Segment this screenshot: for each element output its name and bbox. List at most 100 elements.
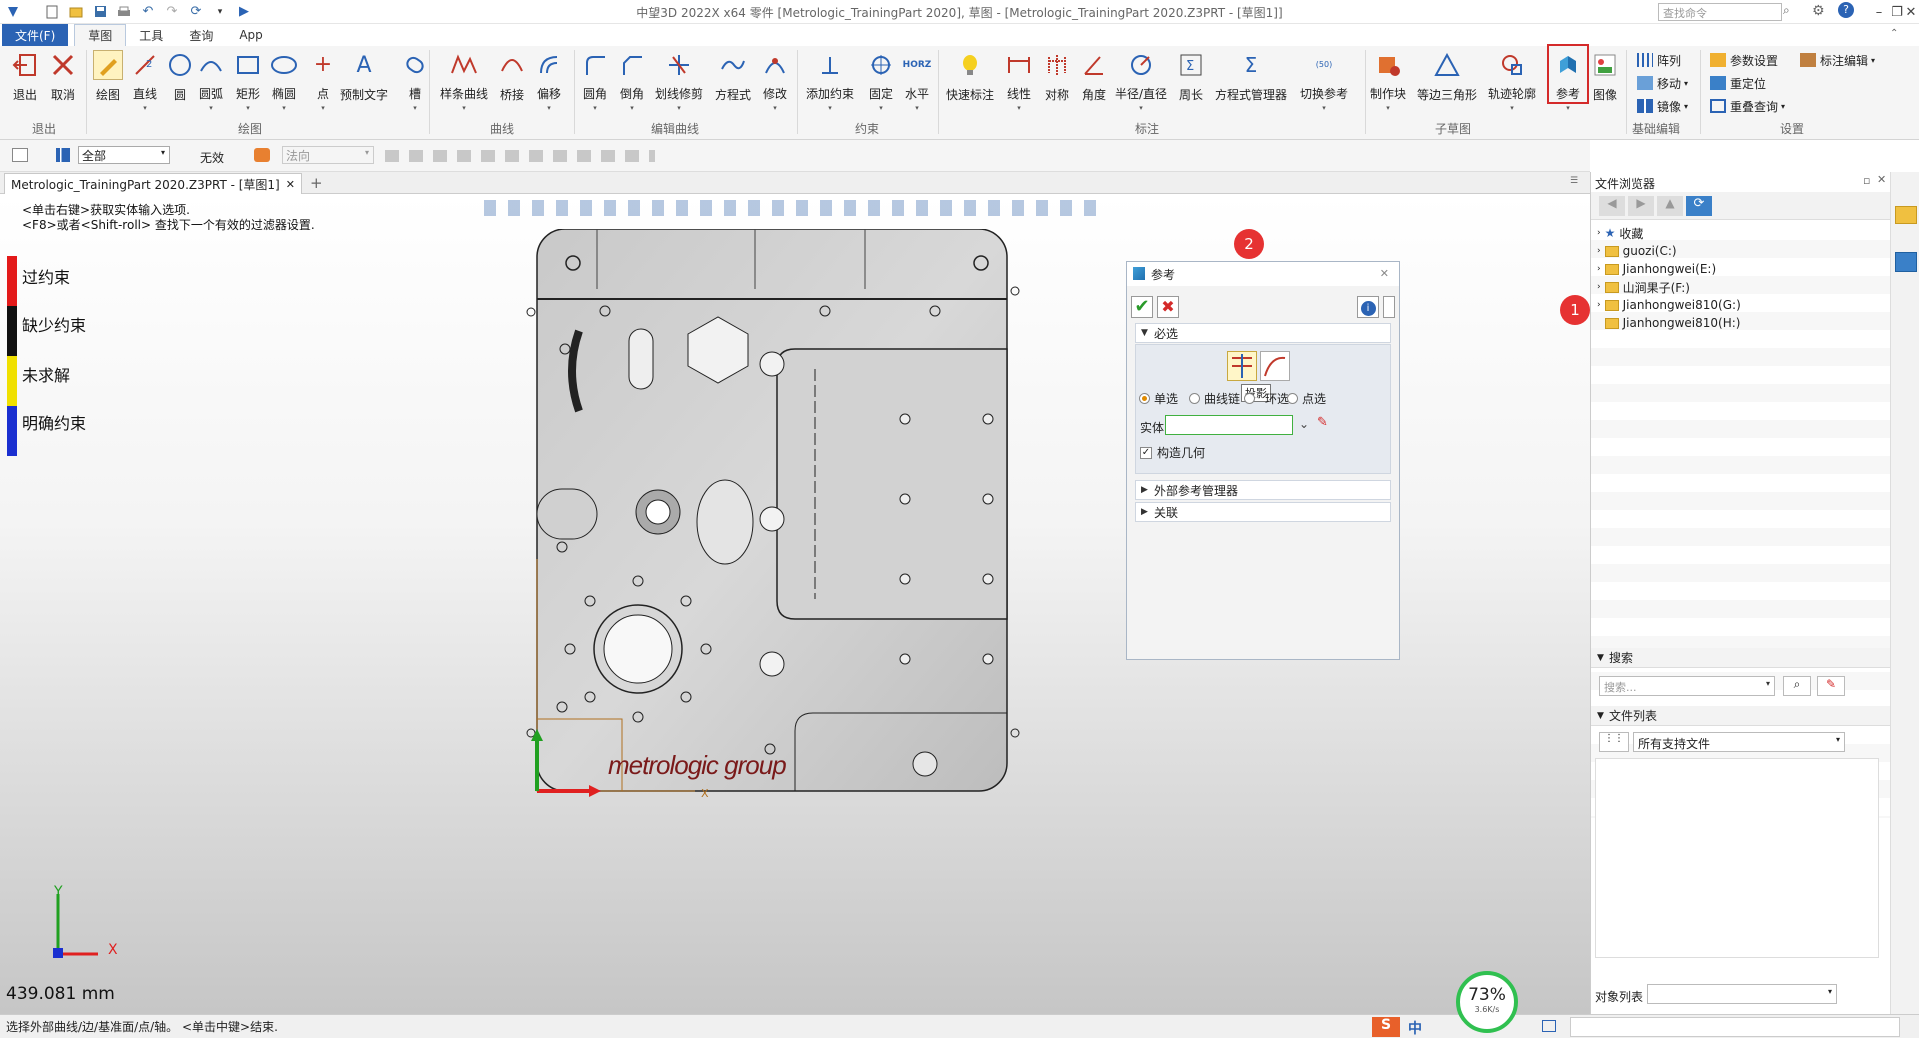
required-section-header[interactable]: ▼ 必选 (1135, 323, 1391, 343)
mirror-button[interactable]: 镜像 ▾ (1637, 96, 1688, 116)
customize-dropdown-icon[interactable]: ▾ (211, 4, 229, 20)
ime-mode[interactable]: 中 (1408, 1018, 1422, 1038)
dimension-edit-button[interactable]: 标注编辑 ▾ (1800, 50, 1875, 70)
rectangle-button[interactable]: 矩形 ▾ (233, 50, 263, 112)
document-tab[interactable]: Metrologic_TrainingPart 2020.Z3PRT - [草图… (4, 173, 302, 194)
entity-options-icon[interactable]: ⌄ (1299, 417, 1309, 431)
search-command-input[interactable]: 查找命令 (1658, 3, 1782, 21)
layout-icon[interactable] (1542, 1020, 1556, 1032)
modify-button[interactable]: 修改 ▾ (760, 50, 790, 112)
library-dock-icon[interactable] (1895, 252, 1917, 272)
new-tab-icon[interactable]: + (310, 174, 323, 192)
menu-tools[interactable]: 工具 (126, 24, 176, 46)
tree-drive-g[interactable]: › Jianhongwei810(G:) (1597, 296, 1741, 314)
close-tab-icon[interactable]: ✕ (286, 178, 295, 191)
entity-pick-icon[interactable]: ✎ (1317, 415, 1328, 430)
file-list-area[interactable] (1595, 758, 1879, 958)
slot-button[interactable]: 槽 ▾ (400, 50, 430, 112)
menu-file[interactable]: 文件(F) (2, 24, 69, 46)
cancel-dialog-button[interactable]: ✖ (1157, 296, 1179, 318)
pick-reference-icon[interactable] (1227, 351, 1257, 381)
entity-input[interactable] (1165, 415, 1293, 435)
chamfer-button[interactable]: 倒角 ▾ (617, 50, 647, 112)
equation-manager-button[interactable]: Σ 方程式管理器 (1215, 50, 1287, 112)
line-button[interactable]: 2 直线 ▾ (130, 50, 160, 112)
fix-button[interactable]: 固定 ▾ (866, 50, 896, 112)
new-file-icon[interactable] (43, 4, 61, 20)
dialog-expand-icon[interactable] (1383, 296, 1395, 318)
filter-list-icon[interactable] (56, 148, 70, 162)
menu-query[interactable]: 查询 (176, 24, 226, 46)
save-icon[interactable] (91, 4, 109, 20)
panel-close-icon[interactable]: ✕ (1877, 173, 1886, 186)
toggle-reference-button[interactable]: (50) 切换参考 ▾ (1300, 50, 1348, 112)
cancel-button[interactable]: 取消 (48, 50, 78, 112)
perimeter-button[interactable]: Σ 周长 (1176, 50, 1206, 112)
quick-dimension-button[interactable]: 快速标注 (946, 50, 994, 112)
refresh-icon[interactable]: ⟳ (187, 4, 205, 20)
file-search-icon[interactable]: ⌕ (1783, 676, 1811, 696)
linear-button[interactable]: 线性 ▾ (1004, 50, 1034, 112)
arc-button[interactable]: 圆弧 ▾ (196, 50, 226, 112)
dialog-close-icon[interactable]: ✕ (1380, 267, 1389, 280)
settings-icon[interactable]: ⚙ (1812, 3, 1825, 19)
move-button[interactable]: 移动 ▾ (1637, 73, 1688, 93)
radio-loop[interactable]: 环选 (1244, 390, 1289, 407)
tree-drive-h[interactable]: ›Jianhongwei810(H:) (1597, 314, 1740, 332)
filter-direction-select[interactable]: 法向 ▾ (282, 146, 374, 164)
pick-filter-icon[interactable] (12, 148, 28, 162)
file-search-input[interactable]: 搜索... ▾ (1599, 676, 1775, 696)
offset-button[interactable]: 偏移 ▾ (534, 50, 564, 112)
file-browser-dock-icon[interactable] (1895, 206, 1917, 224)
trim-button[interactable]: 划线修剪 ▾ (655, 50, 703, 112)
tree-drive-c[interactable]: › guozi(C:) (1597, 242, 1677, 260)
add-constraint-button[interactable]: 添加约束 ▾ (806, 50, 854, 112)
forward-icon[interactable]: ▶ (1628, 196, 1654, 216)
run-icon[interactable]: ▶ (235, 4, 253, 20)
radio-curve-chain[interactable]: 曲线链 (1189, 390, 1240, 407)
undo-icon[interactable]: ↶ (139, 4, 157, 20)
help-icon[interactable]: ? (1838, 2, 1854, 18)
fillet-button[interactable]: 圆角 ▾ (580, 50, 610, 112)
back-icon[interactable]: ◀ (1599, 196, 1625, 216)
tree-favorites[interactable]: › ★ 收藏 (1597, 224, 1643, 242)
part-model[interactable]: X (525, 229, 1025, 999)
view-toolbar[interactable] (484, 200, 1104, 216)
search-icon[interactable]: ⌕ (1783, 3, 1790, 18)
draw-button[interactable]: 绘图 (93, 50, 123, 112)
radio-point[interactable]: 点选 (1287, 390, 1326, 407)
tree-drive-e[interactable]: › Jianhongwei(E:) (1597, 260, 1716, 278)
menu-sketch[interactable]: 草图 (74, 24, 127, 46)
reference-button[interactable]: 参考 ▾ (1553, 50, 1583, 112)
refresh-browser-icon[interactable]: ⟳ (1686, 196, 1712, 216)
image-button[interactable]: 图像 (1590, 50, 1620, 112)
view-mode-icon[interactable]: ⋮⋮ (1599, 732, 1629, 752)
ime-icon[interactable]: S (1372, 1017, 1400, 1037)
array-button[interactable]: 阵列 (1637, 50, 1681, 70)
projection-reference-icon[interactable] (1260, 351, 1290, 381)
equation-button[interactable]: 方程式 (715, 50, 751, 112)
exit-button[interactable]: 退出 (10, 50, 40, 112)
spline-button[interactable]: 样条曲线 ▾ (440, 50, 488, 112)
parameter-settings-button[interactable]: 参数设置 (1710, 50, 1778, 70)
ellipse-button[interactable]: 椭圆 ▾ (269, 50, 299, 112)
file-type-select[interactable]: 所有支持文件 ▾ (1633, 732, 1845, 752)
menu-app[interactable]: App (226, 24, 275, 46)
equilateral-triangle-button[interactable]: 等边三角形 (1417, 50, 1477, 112)
info-icon[interactable]: i (1357, 296, 1379, 318)
ok-button[interactable]: ✔ (1131, 296, 1153, 318)
construct-geometry-checkbox[interactable]: ✓ 构造几何 (1140, 444, 1205, 461)
status-input[interactable] (1570, 1017, 1900, 1037)
object-list-select[interactable]: ▾ (1647, 984, 1837, 1004)
panel-pin-icon[interactable]: ▫ (1863, 174, 1870, 187)
filter-scope-select[interactable]: 全部 ▾ (78, 146, 170, 164)
radio-single[interactable]: 单选 (1139, 390, 1178, 407)
ribbon-collapse-icon[interactable]: ⌃ (1890, 28, 1898, 39)
external-ref-manager-header[interactable]: ▶ 外部参考管理器 (1135, 480, 1391, 500)
symmetric-button[interactable]: 对称 (1042, 50, 1072, 112)
open-file-icon[interactable] (67, 4, 85, 20)
circle-button[interactable]: 圆 (165, 50, 195, 112)
make-block-button[interactable]: 制作块 ▾ (1370, 50, 1406, 112)
preset-text-button[interactable]: A 预制文字 (340, 50, 388, 112)
filter-color-icon[interactable] (254, 148, 270, 162)
